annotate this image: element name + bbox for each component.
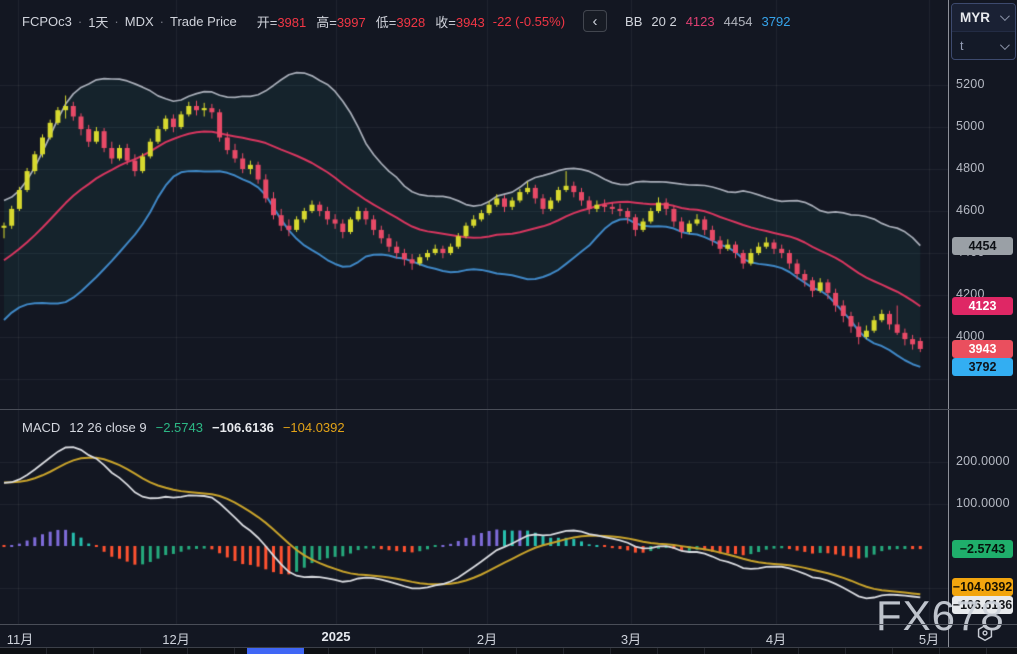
month-label: 2月 — [465, 629, 509, 648]
macd-tick-label: 100.0000 — [956, 496, 1010, 510]
month-label: 3月 — [609, 629, 653, 648]
interval-label[interactable]: 1天 — [88, 12, 108, 31]
currency-dropdown[interactable]: MYR — [952, 4, 1015, 32]
separator-dot: · — [114, 14, 118, 29]
axis-unit-selector: MYR t — [951, 3, 1016, 60]
macd-hist-badge: −2.5743 — [952, 540, 1013, 558]
macd-tick-label: 200.0000 — [956, 454, 1010, 468]
macd-params: 12 26 close 9 — [69, 420, 146, 435]
price-tick-label: 5200 — [956, 77, 985, 91]
price-tick-label: 5000 — [956, 119, 985, 133]
time-axis-separator — [0, 624, 1017, 625]
chevron-down-icon — [1000, 40, 1010, 50]
high-label: 高= — [316, 15, 337, 30]
chevron-down-icon — [1000, 11, 1010, 21]
macd-name: MACD — [22, 420, 60, 435]
price-and-macd-chart[interactable] — [0, 0, 948, 648]
separator-dot: · — [78, 14, 82, 29]
bb-name: BB — [625, 14, 642, 29]
bb-params: 20 2 — [651, 14, 676, 29]
low-value: 3928 — [396, 15, 425, 30]
chart-window: FCPOc3 · 1天 · MDX · Trade Price 开=3981 高… — [0, 0, 1017, 654]
symbol-name[interactable]: FCPOc3 — [22, 14, 72, 29]
high-value: 3997 — [337, 15, 366, 30]
open-label: 开= — [257, 15, 278, 30]
macd-indicator-header[interactable]: MACD 12 26 close 9 −2.5743 −106.6136 −10… — [22, 417, 345, 437]
bb-basis-price-badge: 4123 — [952, 297, 1013, 315]
price-tick-label: 4800 — [956, 161, 985, 175]
symbol-header: FCPOc3 · 1天 · MDX · Trade Price 开=3981 高… — [0, 9, 790, 33]
price-axis-border — [948, 0, 949, 647]
bb-upper-value: 4454 — [724, 14, 753, 29]
collapse-panel-button[interactable]: ‹ — [583, 10, 607, 32]
macd-line-value: −106.6136 — [212, 420, 274, 435]
chevron-left-icon: ‹ — [593, 14, 598, 29]
price-tick-label: 4600 — [956, 203, 985, 217]
low-label: 低= — [376, 15, 397, 30]
ohlc-readout: 开=3981 高=3997 低=3928 收=3943 — [257, 12, 485, 31]
separator-dot: · — [160, 14, 164, 29]
unit-value: t — [960, 39, 963, 53]
seek-progress-segment[interactable] — [247, 648, 304, 654]
close-label: 收= — [435, 15, 456, 30]
price-axis[interactable]: 5200 5000 4800 4600 4400 4200 4000 200.0… — [949, 0, 1017, 647]
bb-lower-price-badge: 3792 — [952, 358, 1013, 376]
series-type-label: Trade Price — [170, 14, 237, 29]
exchange-label: MDX — [125, 14, 154, 29]
video-seek-bar[interactable] — [0, 647, 1017, 654]
macd-signal-value: −104.0392 — [283, 420, 345, 435]
month-label: 4月 — [754, 629, 798, 648]
unit-dropdown[interactable]: t — [952, 32, 1015, 60]
bb-basis-value: 4123 — [686, 14, 715, 29]
close-value: 3943 — [456, 15, 485, 30]
bb-indicator-header[interactable]: BB 20 2 4123 4454 3792 — [625, 14, 790, 29]
currency-value: MYR — [960, 10, 990, 25]
bb-upper-price-badge: 4454 — [952, 237, 1013, 255]
month-label: 12月 — [154, 629, 198, 648]
last-price-badge: 3943 — [952, 340, 1013, 358]
bb-lower-value: 3792 — [762, 14, 791, 29]
open-value: 3981 — [277, 15, 306, 30]
pane-separator[interactable] — [0, 409, 1017, 410]
axis-settings-gear-icon[interactable] — [974, 622, 996, 644]
year-label: 2025 — [314, 629, 358, 644]
change-value: -22 (-0.55%) — [493, 14, 565, 29]
month-label: 11月 — [0, 629, 42, 648]
macd-hist-value: −2.5743 — [156, 420, 203, 435]
